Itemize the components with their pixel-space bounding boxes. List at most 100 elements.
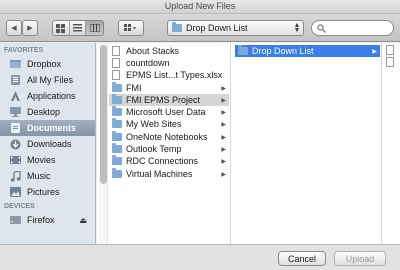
document-icon <box>112 46 122 56</box>
folder-icon <box>112 131 122 142</box>
list-view-button[interactable] <box>69 21 87 35</box>
list-item[interactable]: countdown <box>109 57 229 69</box>
arrange-grid-chevron-icon <box>124 24 136 31</box>
list-item[interactable]: EPMS List...t Types.xlsx <box>109 69 229 81</box>
upload-button[interactable]: Upload <box>334 251 386 266</box>
sidebar-item-label: Firefox <box>27 215 55 225</box>
all-files-icon <box>9 75 21 86</box>
search-input[interactable] <box>311 20 394 36</box>
forward-button[interactable]: ▶ <box>22 20 38 36</box>
disclosure-arrow-icon: ▶ <box>221 121 226 128</box>
drive-icon <box>9 215 21 226</box>
disclosure-arrow-icon: ▶ <box>221 134 226 141</box>
favorites-heading: FAVORITES <box>4 47 44 54</box>
scrollbar-thumb[interactable] <box>100 45 107 184</box>
dropbox-icon <box>9 59 21 70</box>
sidebar-item-downloads[interactable]: Downloads <box>0 136 95 152</box>
item-label: EPMS List...t Types.xlsx <box>126 70 223 80</box>
folder-icon <box>112 94 122 105</box>
excel-file-icon <box>112 70 122 80</box>
desktop-icon <box>9 107 21 118</box>
list-item[interactable]: RDC Connections ▶ <box>109 155 229 167</box>
sidebar: FAVORITES Dropbox All My Files Applicati… <box>0 43 96 244</box>
document-icon <box>386 57 394 67</box>
item-label: Drop Down List <box>252 46 314 56</box>
sidebar-item-all-my-files[interactable]: All My Files <box>0 72 95 88</box>
sidebar-item-desktop[interactable]: Desktop <box>0 104 95 120</box>
folder-icon <box>112 106 122 117</box>
arrange-menu-button[interactable] <box>118 20 144 36</box>
folder-icon <box>112 82 122 93</box>
chevron-updown-icon: ▲ ▼ <box>293 22 301 34</box>
browser-column-3 <box>382 43 400 244</box>
cancel-button[interactable]: Cancel <box>278 251 326 266</box>
folder-icon <box>238 45 248 56</box>
location-dropdown[interactable]: Drop Down List ▲ ▼ <box>167 20 304 36</box>
document-icon <box>386 45 394 55</box>
back-button[interactable]: ◀ <box>6 20 22 36</box>
browser-column-2: Drop Down List ▶ <box>231 43 382 244</box>
sidebar-item-label: Dropbox <box>27 59 62 69</box>
item-label: My Web Sites <box>126 119 182 129</box>
column-view-button[interactable] <box>86 21 103 35</box>
dialog-footer: Cancel Upload <box>0 244 400 270</box>
sidebar-item-applications[interactable]: Applications <box>0 88 95 104</box>
folder-icon <box>172 22 182 32</box>
list-item[interactable]: Virtual Machines ▶ <box>109 168 229 180</box>
folder-icon <box>112 143 122 154</box>
sidebar-item-label: All My Files <box>27 75 74 85</box>
columns-icon <box>89 24 100 32</box>
sidebar-item-label: Desktop <box>27 107 61 117</box>
toolbar: ◀ ▶ Drop Down List ▲ ▼ <box>0 14 400 42</box>
window-title: Upload New Files <box>0 0 400 14</box>
sidebar-item-label: Documents <box>27 123 77 133</box>
item-label: Microsoft User Data <box>126 107 206 117</box>
icon-view-button[interactable] <box>53 21 70 35</box>
list-icon <box>73 24 82 32</box>
list-item[interactable]: Outlook Temp ▶ <box>109 143 229 155</box>
documents-icon <box>9 123 21 134</box>
item-label: About Stacks <box>126 46 180 56</box>
list-item[interactable]: OneNote Notebooks ▶ <box>109 131 229 143</box>
sidebar-item-label: Downloads <box>27 139 72 149</box>
item-label: FMI EPMS Project <box>126 95 201 105</box>
eject-icon[interactable]: ⏏ <box>79 216 87 225</box>
column-browser: About Stacks countdown EPMS List...t Typ… <box>97 43 400 244</box>
disclosure-arrow-icon: ▶ <box>372 48 377 55</box>
location-label: Drop Down List <box>186 23 248 33</box>
folder-icon <box>112 168 122 179</box>
list-item[interactable]: Microsoft User Data ▶ <box>109 106 229 118</box>
search-icon <box>317 23 326 33</box>
list-item[interactable]: FMI ▶ <box>109 82 229 94</box>
list-item[interactable]: Drop Down List ▶ <box>235 45 380 57</box>
disclosure-arrow-icon: ▶ <box>221 109 226 116</box>
back-arrow-icon: ◀ <box>11 25 17 32</box>
folder-icon <box>112 155 122 166</box>
disclosure-arrow-icon: ▶ <box>221 146 226 153</box>
column-scrollbar[interactable] <box>99 43 108 244</box>
devices-heading: DEVICES <box>4 203 35 210</box>
item-label: RDC Connections <box>126 156 199 166</box>
item-label: countdown <box>126 58 170 68</box>
sidebar-item-movies[interactable]: Movies <box>0 152 95 168</box>
applications-icon <box>9 91 21 102</box>
disclosure-arrow-icon: ▶ <box>221 97 226 104</box>
sidebar-item-firefox[interactable]: Firefox ⏏ <box>0 212 95 228</box>
sidebar-item-documents[interactable]: Documents <box>0 120 95 136</box>
pictures-icon <box>9 187 21 198</box>
sidebar-item-dropbox[interactable]: Dropbox <box>0 56 95 72</box>
sidebar-item-label: Music <box>27 171 51 181</box>
disclosure-arrow-icon: ▶ <box>221 158 226 165</box>
music-icon <box>9 170 21 182</box>
item-label: FMI <box>126 83 142 93</box>
view-mode-segmented-control <box>52 20 104 36</box>
list-item[interactable]: About Stacks <box>109 45 229 57</box>
item-label: OneNote Notebooks <box>126 132 208 142</box>
sidebar-item-pictures[interactable]: Pictures <box>0 184 95 200</box>
disclosure-arrow-icon: ▶ <box>221 171 226 178</box>
list-item[interactable]: FMI EPMS Project ▶ <box>109 94 229 106</box>
sidebar-item-label: Movies <box>27 155 56 165</box>
list-item[interactable]: My Web Sites ▶ <box>109 118 229 130</box>
sidebar-item-music[interactable]: Music <box>0 168 95 184</box>
item-label: Virtual Machines <box>126 169 193 179</box>
